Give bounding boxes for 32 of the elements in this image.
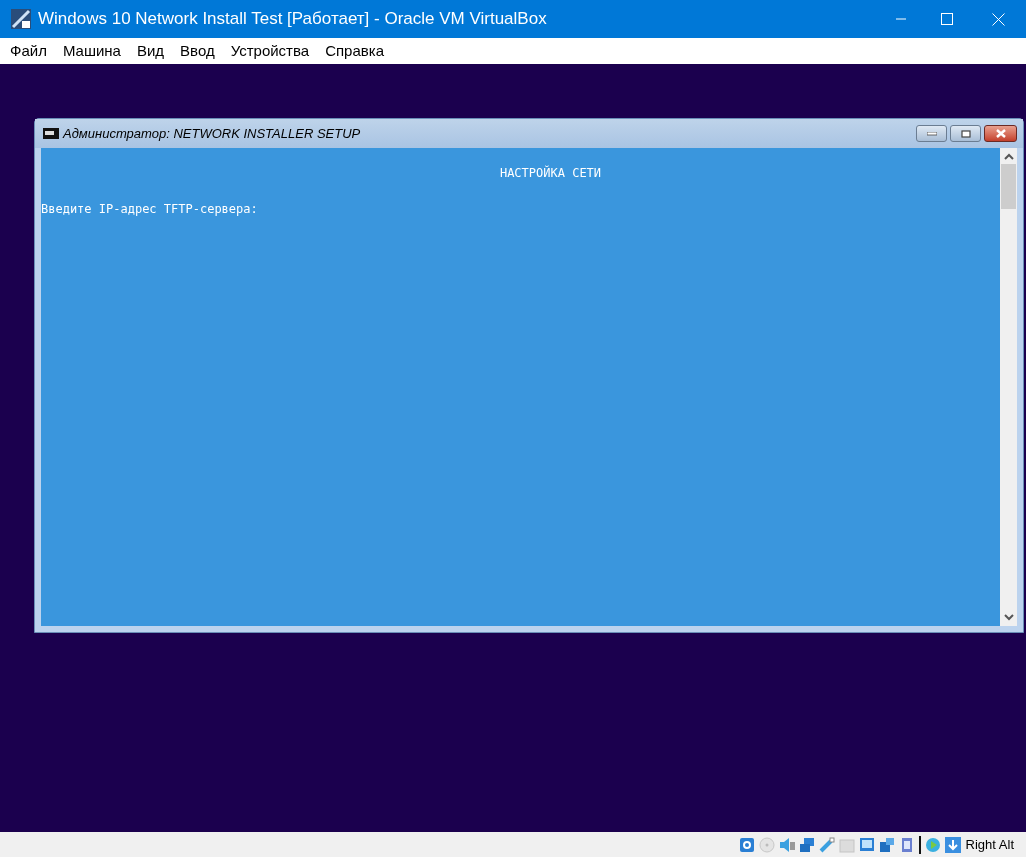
download-icon[interactable]	[943, 835, 962, 854]
close-button[interactable]	[984, 125, 1017, 142]
console-prompt: Введите IP-адрес TFTP-сервера:	[41, 202, 258, 216]
speaker-icon[interactable]	[777, 835, 796, 854]
maximize-icon	[941, 13, 953, 25]
restore-icon	[960, 129, 971, 138]
host-key-label: Right Alt	[965, 835, 1014, 854]
scroll-down-icon[interactable]	[1003, 613, 1014, 621]
menu-item[interactable]: Устройства	[222, 39, 318, 63]
minimize-button[interactable]	[916, 125, 947, 142]
menu-item[interactable]: Справка	[317, 39, 392, 63]
console-heading: НАСТРОЙКА СЕТИ	[499, 164, 602, 182]
app-logo-icon	[10, 8, 32, 30]
display-icon[interactable]	[857, 835, 876, 854]
scroll-up-icon[interactable]	[1003, 153, 1014, 161]
usb-icon[interactable]	[817, 835, 836, 854]
restore-button[interactable]	[950, 125, 981, 142]
minimize-icon	[926, 131, 937, 136]
menu-item[interactable]: Файл	[2, 39, 55, 63]
close-icon	[991, 12, 1005, 26]
close-icon	[994, 129, 1007, 138]
menu-item[interactable]: Вид	[128, 39, 173, 63]
scroll-thumb[interactable]	[1001, 164, 1016, 209]
window-title: Windows 10 Network Install Test [Работает] - Oracle VM VirtualBox	[38, 8, 548, 31]
separator-icon	[917, 835, 922, 854]
scrollbar[interactable]	[1000, 148, 1017, 626]
console-title: Администратор: NETWORK INSTALLER SETUP	[63, 124, 362, 143]
network-icon[interactable]	[797, 835, 816, 854]
menu-item[interactable]: Ввод	[172, 39, 223, 63]
console-icon	[43, 128, 59, 139]
video-capture-icon[interactable]	[877, 835, 896, 854]
menu-item[interactable]: Машина	[54, 39, 129, 63]
